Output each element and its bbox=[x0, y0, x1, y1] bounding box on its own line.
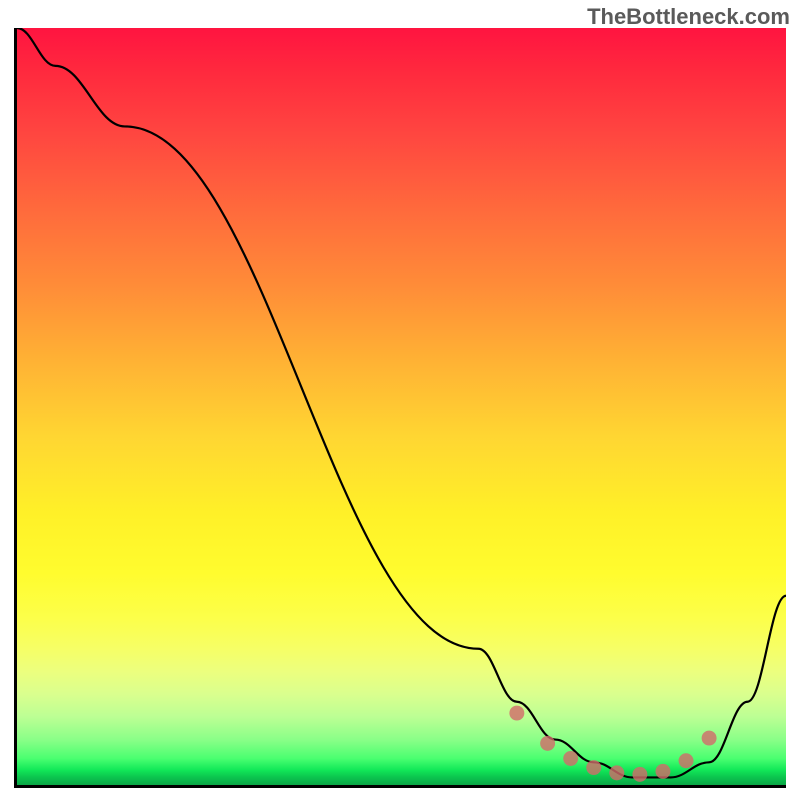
optimal-marker-group bbox=[509, 706, 716, 782]
optimal-marker-dot bbox=[586, 760, 601, 775]
optimal-marker-dot bbox=[609, 765, 624, 780]
bottleneck-curve-path bbox=[17, 28, 786, 777]
chart-svg bbox=[17, 28, 786, 785]
chart-container: TheBottleneck.com bbox=[0, 0, 800, 800]
optimal-marker-dot bbox=[702, 731, 717, 746]
optimal-marker-dot bbox=[509, 706, 524, 721]
optimal-marker-dot bbox=[540, 736, 555, 751]
optimal-marker-dot bbox=[632, 767, 647, 782]
optimal-marker-dot bbox=[655, 764, 670, 779]
optimal-marker-dot bbox=[563, 751, 578, 766]
optimal-marker-dot bbox=[679, 753, 694, 768]
watermark-text: TheBottleneck.com bbox=[587, 4, 790, 30]
plot-area bbox=[14, 28, 786, 788]
